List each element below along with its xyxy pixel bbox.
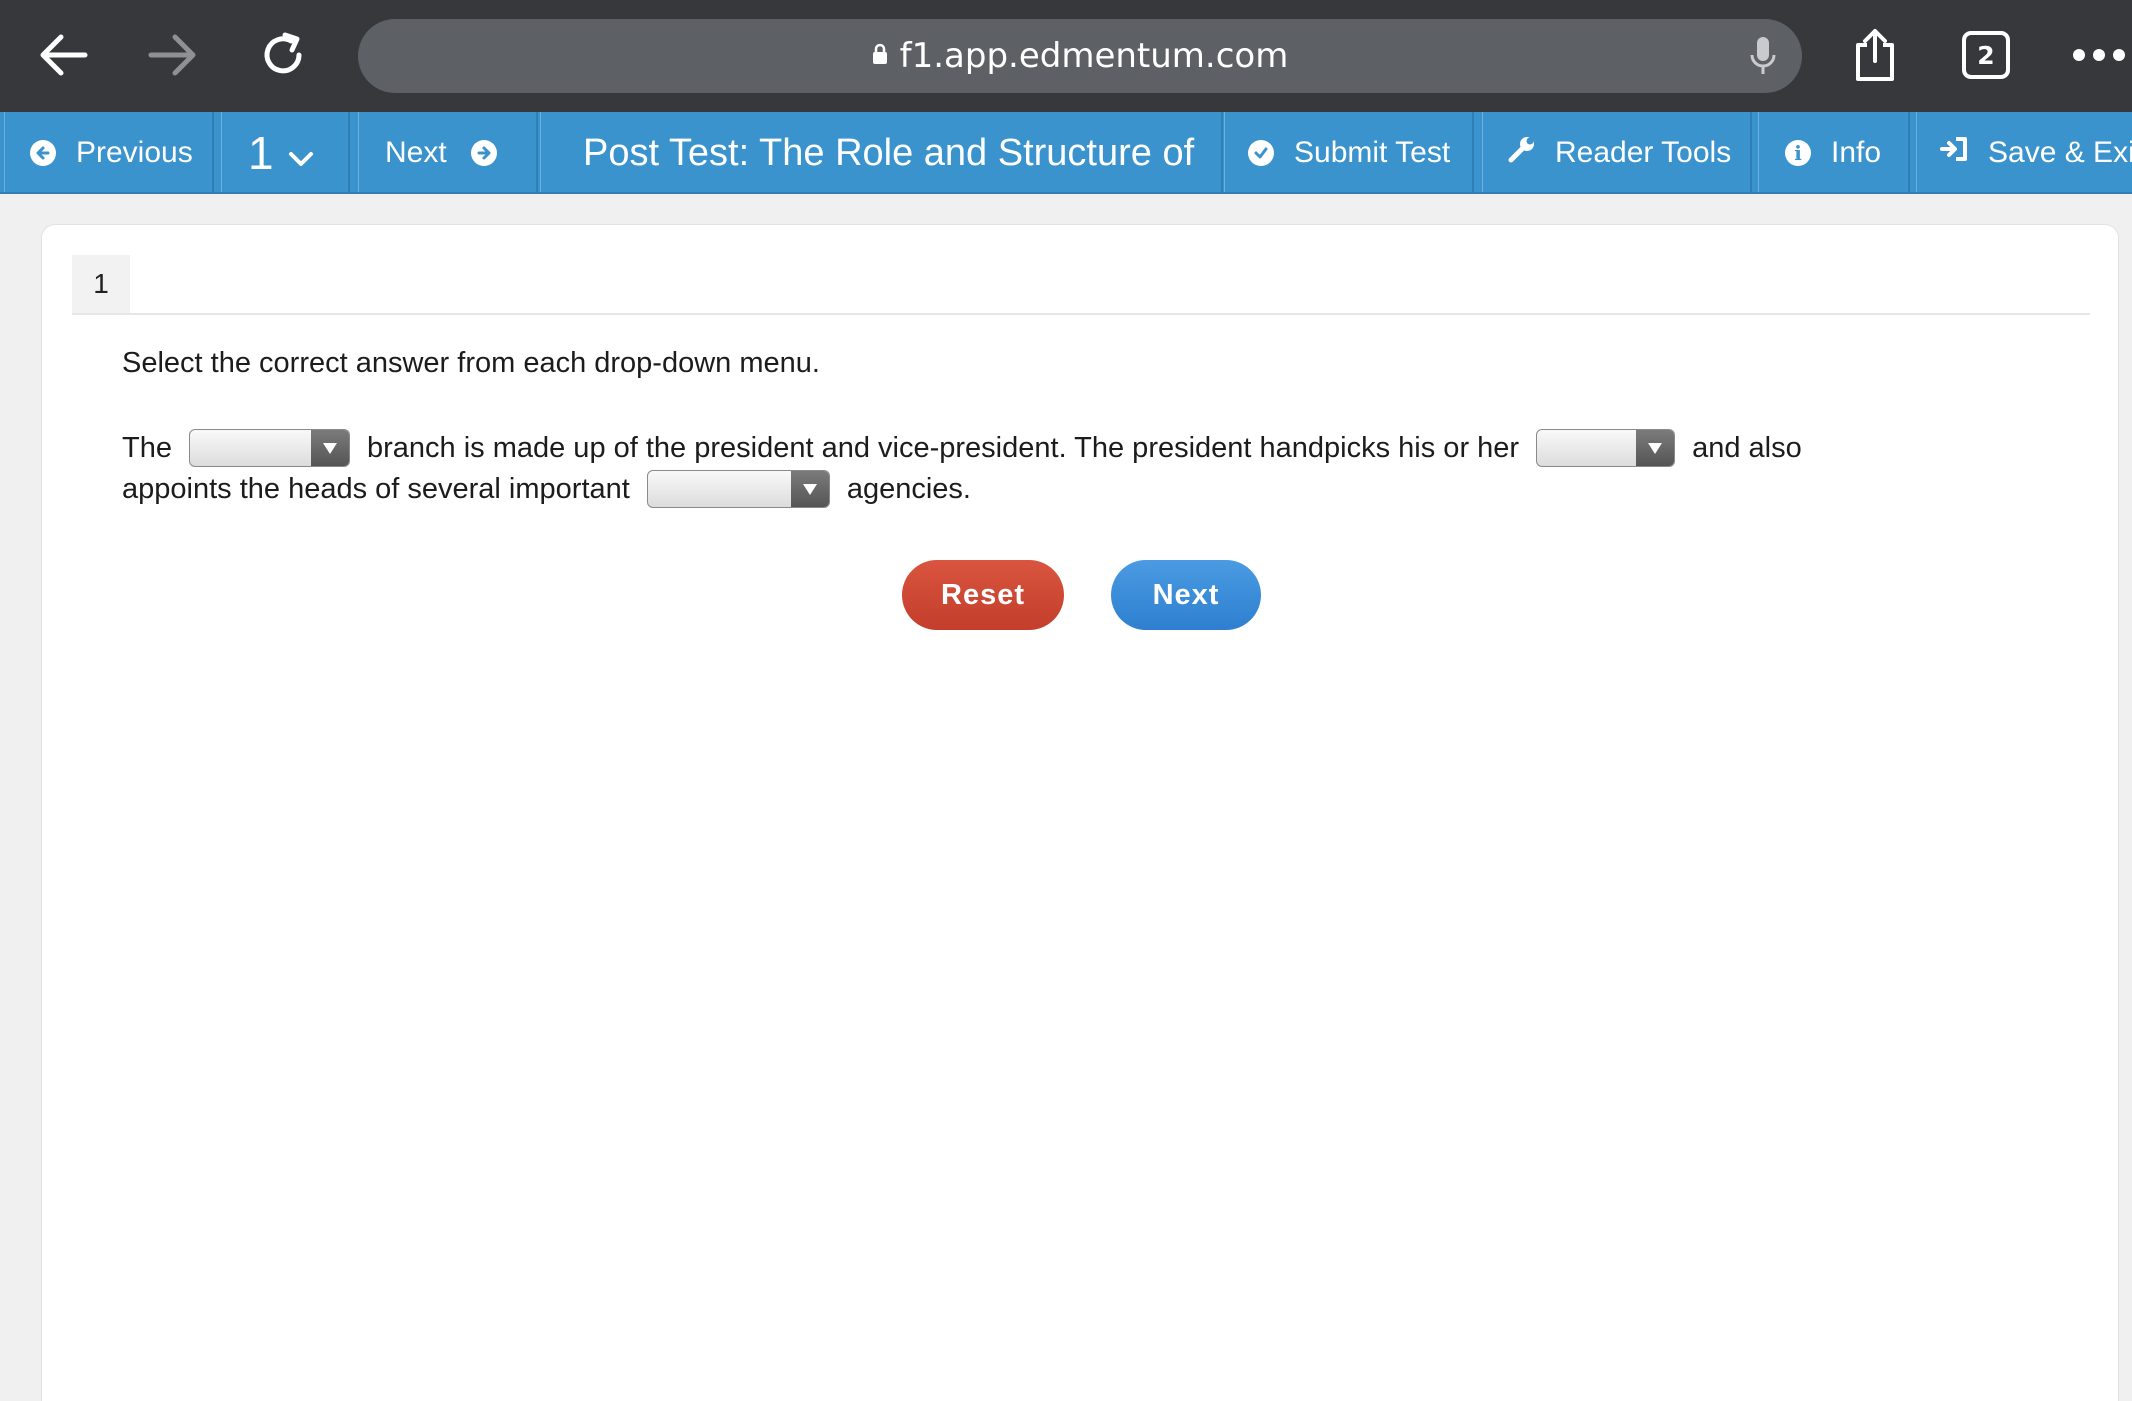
chevron-down-icon bbox=[288, 142, 314, 176]
test-toolbar: Previous 1 Next Post Test: The Role and … bbox=[0, 112, 2132, 194]
browser-toolbar: f1.app.edmentum.com 2 bbox=[0, 0, 2132, 112]
check-circle-icon bbox=[1248, 140, 1274, 166]
reader-tools-label: Reader Tools bbox=[1555, 136, 1732, 169]
test-title: Post Test: The Role and Structure of t bbox=[583, 131, 1201, 174]
arrow-right-circle-icon bbox=[470, 140, 497, 166]
lock-icon bbox=[872, 43, 888, 70]
reload-icon[interactable] bbox=[250, 22, 316, 88]
question-text: appoints the heads of several important bbox=[122, 472, 630, 505]
forward-arrow-icon[interactable] bbox=[140, 22, 206, 88]
dropdown-handpicks[interactable] bbox=[1536, 429, 1676, 467]
question-text: branch is made up of the president and v… bbox=[366, 431, 1520, 464]
tabs-icon[interactable]: 2 bbox=[1962, 31, 2010, 79]
toolbar-divider bbox=[358, 112, 359, 192]
question-number-tab[interactable]: 1 bbox=[72, 255, 130, 313]
toolbar-divider bbox=[1221, 112, 1223, 192]
question-number: 1 bbox=[248, 127, 274, 179]
question-text: agencies. bbox=[846, 472, 971, 505]
toolbar-divider bbox=[1472, 112, 1474, 192]
info-button[interactable]: i Info bbox=[1785, 112, 1882, 192]
next-toolbar-button[interactable]: Next bbox=[385, 112, 497, 192]
dropdown-arrow-icon bbox=[1636, 430, 1675, 466]
address-bar[interactable]: f1.app.edmentum.com bbox=[358, 19, 1802, 93]
question-text: The bbox=[122, 431, 172, 464]
previous-label: Previous bbox=[76, 136, 193, 169]
back-arrow-icon[interactable] bbox=[30, 22, 96, 88]
toolbar-divider bbox=[1758, 112, 1759, 192]
question-card: 1 Select the correct answer from each dr… bbox=[41, 224, 2119, 1401]
url-text: f1.app.edmentum.com bbox=[899, 36, 1289, 76]
wrench-icon bbox=[1507, 134, 1537, 172]
info-label: Info bbox=[1831, 136, 1882, 169]
toolbar-divider bbox=[348, 112, 350, 192]
question-line-1: The branch is made up of the president a… bbox=[122, 429, 1802, 467]
reader-tools-button[interactable]: Reader Tools bbox=[1507, 112, 1732, 192]
question-line-2: appoints the heads of several important … bbox=[122, 470, 971, 508]
next-label: Next bbox=[385, 136, 447, 169]
toolbar-divider bbox=[221, 112, 222, 192]
question-text: and also bbox=[1692, 431, 1802, 464]
toolbar-divider bbox=[536, 112, 538, 192]
question-selector[interactable]: 1 bbox=[248, 112, 314, 192]
toolbar-divider bbox=[1482, 112, 1483, 192]
toolbar-divider bbox=[1224, 112, 1225, 192]
divider bbox=[72, 313, 2090, 315]
dropdown-arrow-icon bbox=[790, 471, 829, 507]
toolbar-divider bbox=[4, 112, 5, 192]
toolbar-divider bbox=[212, 112, 214, 192]
dropdown-agencies[interactable] bbox=[646, 470, 830, 508]
submit-label: Submit Test bbox=[1294, 136, 1451, 169]
next-button[interactable]: Next bbox=[1111, 560, 1261, 630]
previous-button[interactable]: Previous bbox=[30, 112, 193, 192]
dropdown-arrow-icon bbox=[310, 430, 349, 466]
share-icon[interactable] bbox=[1842, 22, 1908, 88]
toolbar-divider bbox=[1916, 112, 1917, 192]
instruction-text: Select the correct answer from each drop… bbox=[122, 347, 820, 379]
save-exit-button[interactable]: Save & Exit bbox=[1940, 112, 2132, 192]
info-icon: i bbox=[1785, 140, 1811, 166]
arrow-left-circle-icon bbox=[30, 140, 56, 166]
submit-test-button[interactable]: Submit Test bbox=[1248, 112, 1451, 192]
reset-button[interactable]: Reset bbox=[902, 560, 1064, 630]
toolbar-divider bbox=[540, 112, 541, 192]
toolbar-divider bbox=[1908, 112, 1910, 192]
microphone-icon[interactable] bbox=[1748, 35, 1778, 82]
save-exit-label: Save & Exit bbox=[1988, 136, 2132, 169]
dropdown-branch[interactable] bbox=[188, 429, 350, 467]
sign-out-icon bbox=[1940, 136, 1968, 170]
more-icon[interactable] bbox=[2066, 22, 2132, 88]
toolbar-divider bbox=[1750, 112, 1752, 192]
